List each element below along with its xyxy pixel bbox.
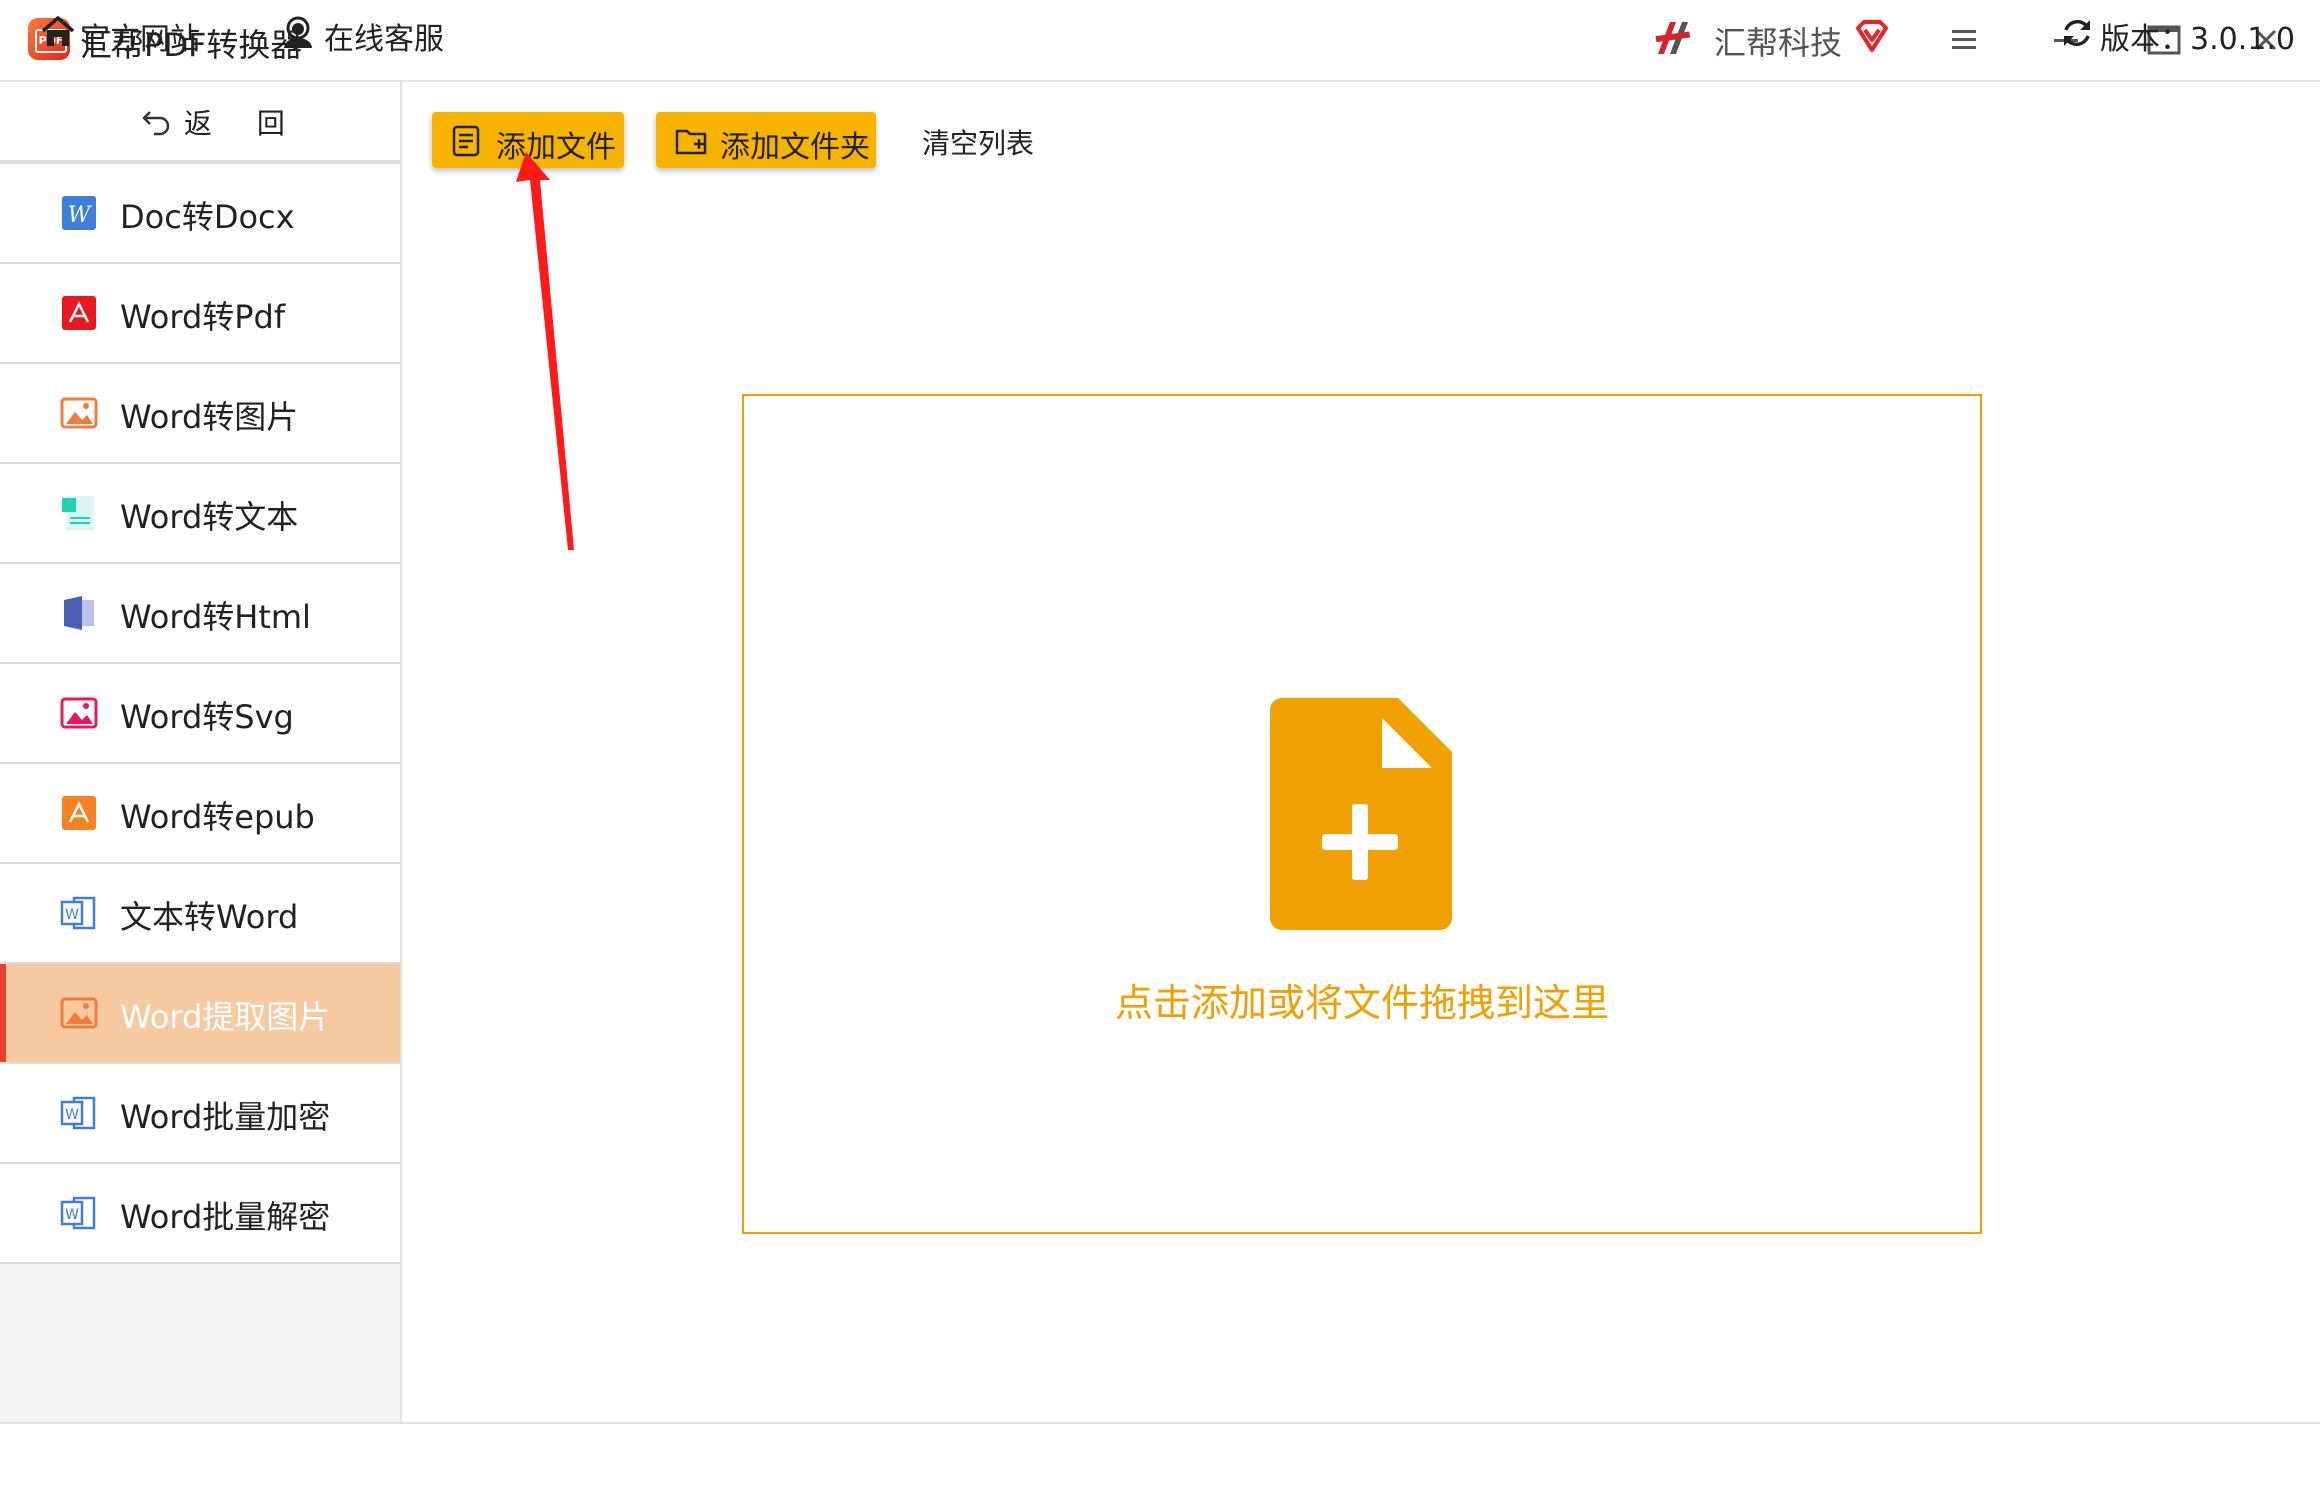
sidebar-item-label: Doc转Docx (120, 198, 295, 236)
sidebar-item-label: Word批量解密 (120, 1198, 331, 1236)
brand-name: 汇帮科技 (1714, 24, 1843, 62)
image-icon (60, 397, 98, 429)
sidebar-item-label: Word批量加密 (120, 1098, 331, 1136)
sidebar-item-word-batch-encrypt[interactable]: W Word批量加密 (0, 1064, 400, 1164)
sidebar-item-label: Word转图片 (120, 398, 299, 436)
back-label: 返 回 (184, 107, 303, 140)
annotation-arrow (516, 152, 574, 550)
sidebar-item-word-to-html[interactable]: Word转Html (0, 564, 400, 664)
menu-button[interactable] (1934, 10, 1994, 70)
sidebar-item-label: Word转Html (120, 598, 311, 636)
sidebar-item-label: 文本转Word (120, 898, 299, 936)
add-folder-label: 添加文件夹 (720, 130, 870, 165)
sidebar-item-word-to-pdf[interactable]: Word转Pdf (0, 264, 400, 364)
sidebar-item-word-to-text[interactable]: Word转文本 (0, 464, 400, 564)
word-doc-icon: W (60, 1096, 96, 1130)
version-label: 版本：3.0.1.0 (2100, 22, 2295, 57)
file-list-icon (452, 125, 480, 157)
sidebar-item-doc-to-docx[interactable]: W Doc转Docx (0, 164, 400, 264)
drop-hint: 点击添加或将文件拖拽到这里 (1114, 981, 1609, 1025)
clear-list-button[interactable]: 清空列表 (922, 122, 1034, 162)
sidebar-item-word-to-image[interactable]: Word转图片 (0, 364, 400, 464)
svg-text:W: W (65, 1107, 79, 1123)
sidebar-item-label: Word转epub (120, 798, 315, 836)
sidebar-item-word-extract-images[interactable]: Word提取图片 (0, 964, 400, 1064)
text-doc-icon (62, 496, 94, 530)
svg-image-icon (60, 697, 98, 729)
word-doc-icon: W (60, 896, 96, 930)
sidebar-item-label: Word转Svg (120, 698, 294, 736)
sidebar-item-word-to-epub[interactable]: Word转epub (0, 764, 400, 864)
brand-logo-icon (1655, 22, 1691, 54)
pdf-icon (62, 296, 96, 330)
sidebar-item-text-to-word[interactable]: W 文本转Word (0, 864, 400, 964)
vip-diamond-icon[interactable] (1852, 16, 1892, 56)
svg-text:W: W (65, 907, 79, 923)
folder-add-icon (675, 129, 707, 155)
word-doc-icon: W (60, 1196, 96, 1230)
svg-text:W: W (65, 1207, 79, 1223)
sidebar-item-label: Word转Pdf (120, 298, 286, 336)
svg-text:W: W (68, 203, 93, 228)
sidebar-item-word-batch-decrypt[interactable]: W Word批量解密 (0, 1164, 400, 1264)
epub-icon (62, 796, 96, 830)
sidebar-item-word-to-svg[interactable]: Word转Svg (0, 664, 400, 764)
official-site-link[interactable]: 官方网站 (80, 14, 200, 58)
word-w-icon: W (62, 196, 96, 230)
add-folder-button[interactable]: 添加文件夹 (656, 112, 876, 168)
refresh-icon[interactable] (2060, 16, 2094, 50)
online-service-link[interactable]: 在线客服 (324, 14, 444, 58)
image-icon (60, 997, 98, 1029)
home-icon[interactable] (40, 14, 76, 50)
add-file-icon[interactable] (1270, 698, 1452, 930)
html-icon (64, 596, 94, 630)
sidebar-item-label: Word提取图片 (120, 998, 331, 1036)
back-button[interactable]: 返 回 (0, 82, 400, 164)
back-arrow-icon (142, 111, 170, 136)
customer-service-icon[interactable] (280, 14, 316, 50)
status-bar (0, 1422, 2320, 1492)
sidebar-item-label: Word转文本 (120, 498, 299, 536)
